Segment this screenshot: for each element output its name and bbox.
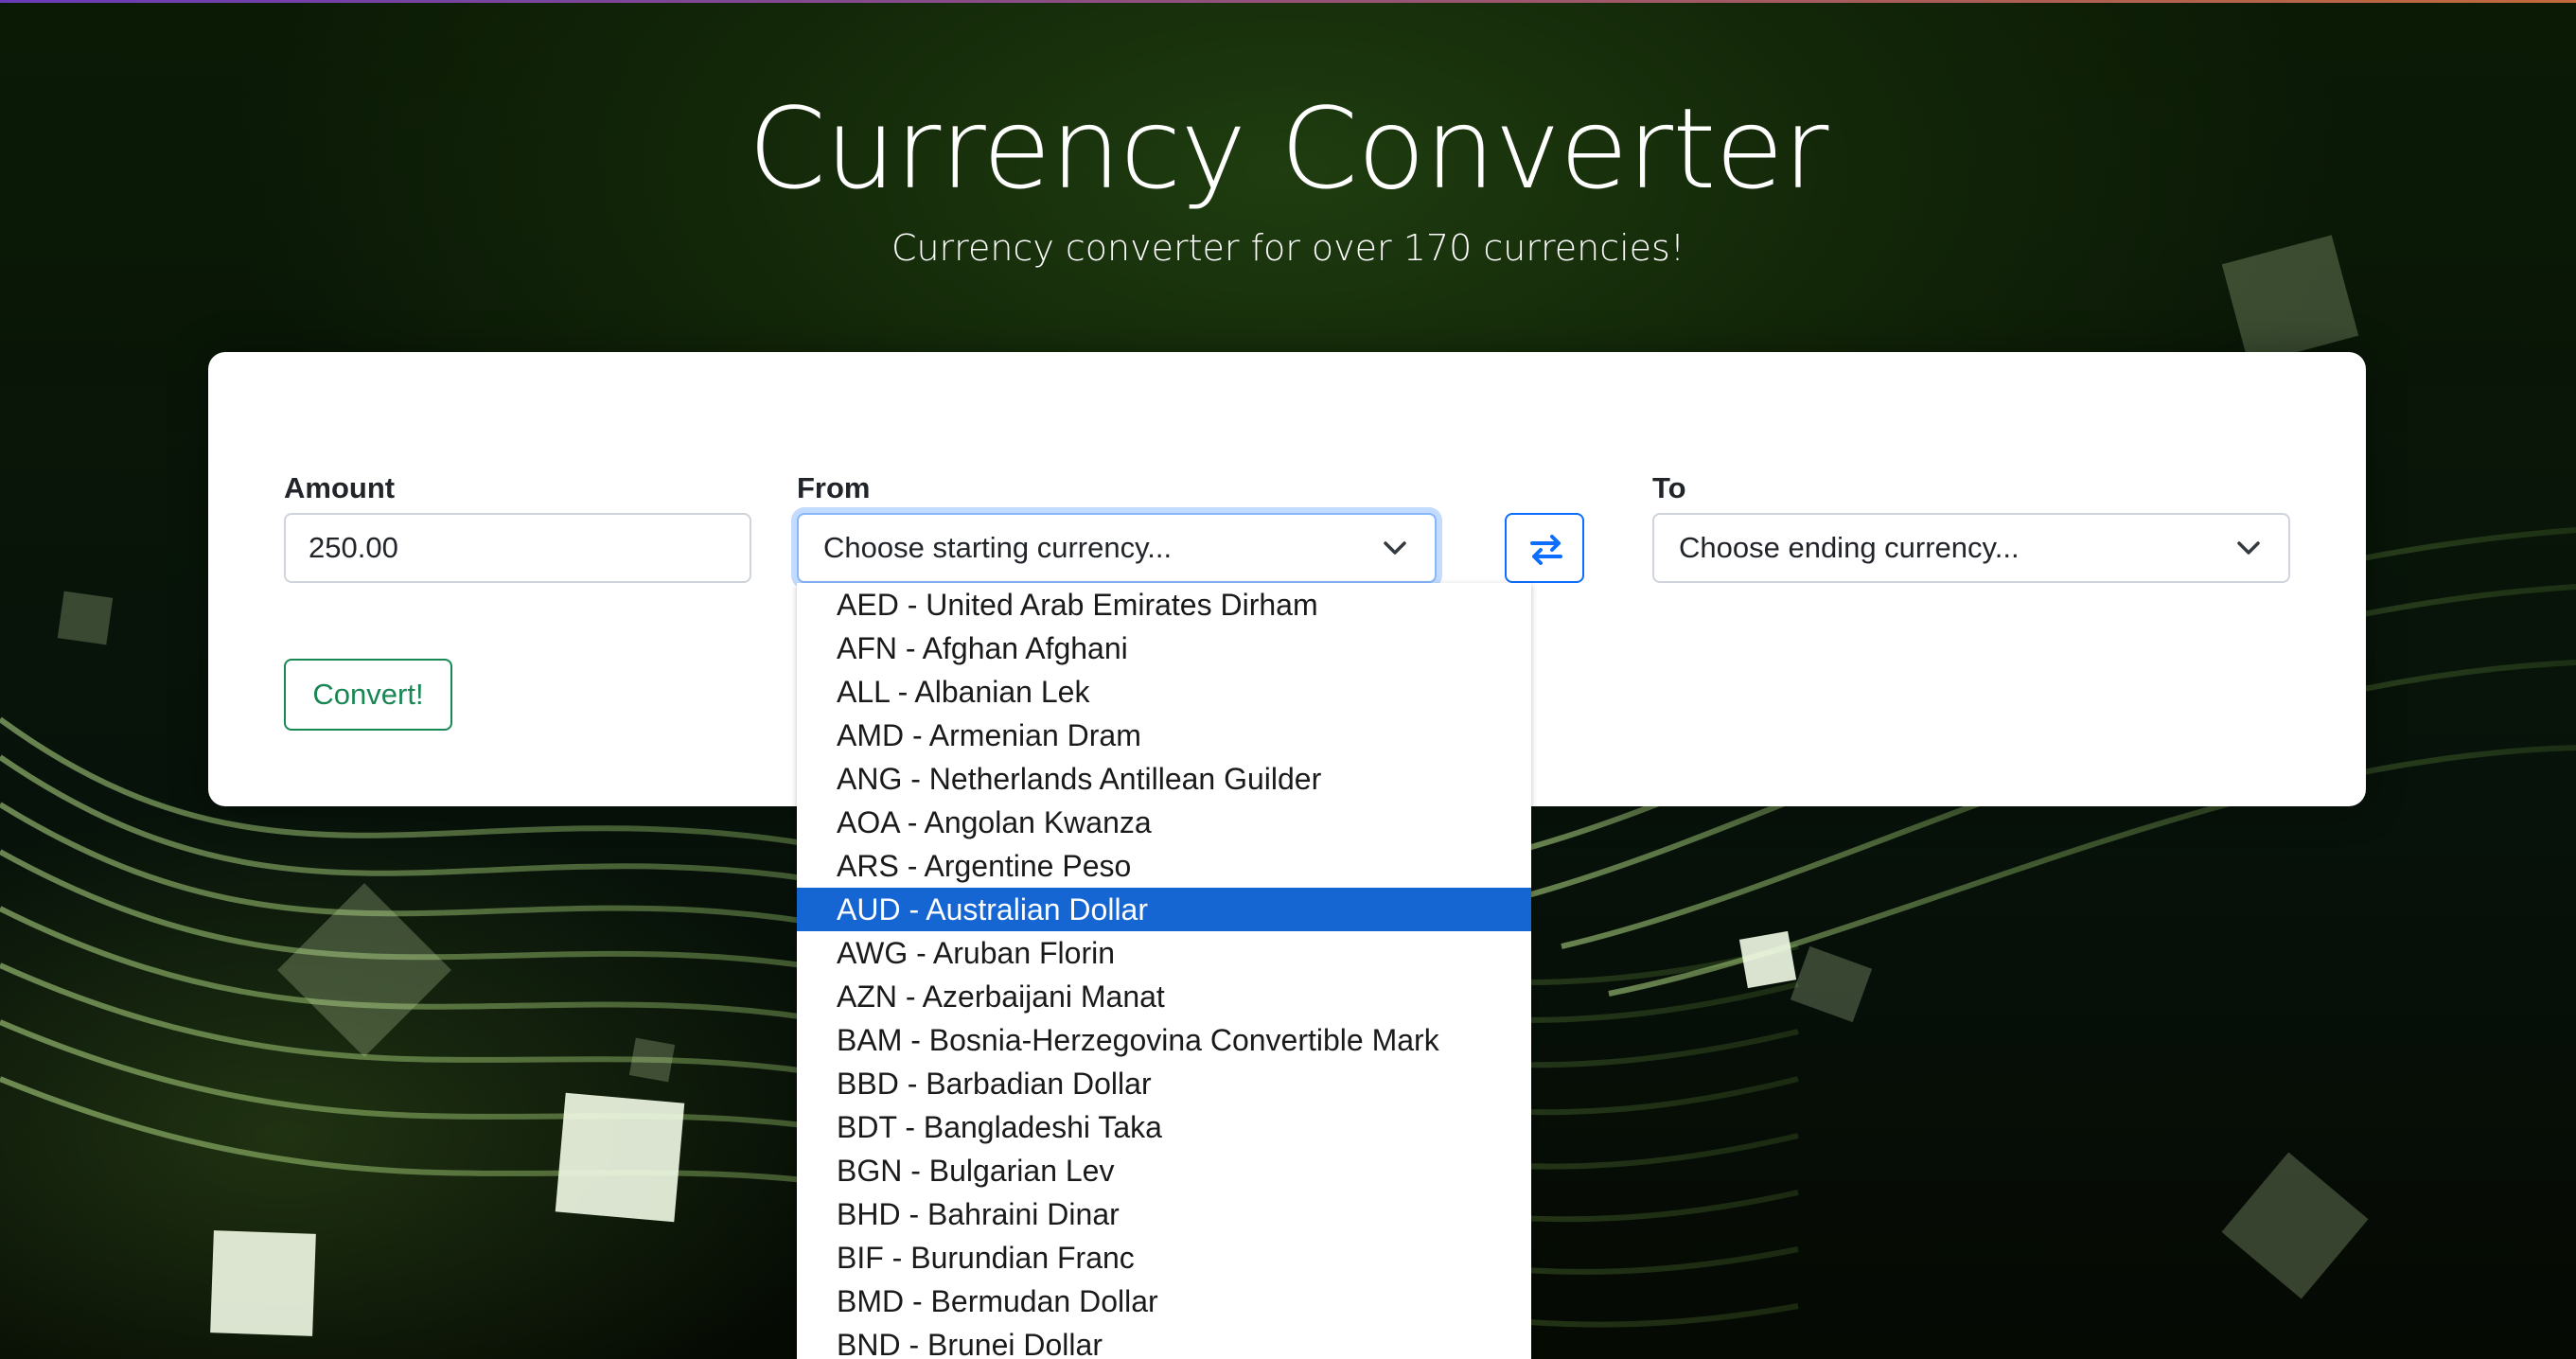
page-title: Currency Converter	[748, 83, 1829, 214]
chevron-down-icon	[2237, 541, 2260, 555]
currency-option[interactable]: AED - United Arab Emirates Dirham	[797, 583, 1531, 627]
from-currency-dropdown-list: AED - United Arab Emirates Dirham AFN - A…	[797, 583, 1531, 1359]
currency-option[interactable]: AOA - Angolan Kwanza	[797, 801, 1531, 844]
currency-option[interactable]: BHD - Bahraini Dinar	[797, 1192, 1531, 1236]
convert-button[interactable]: Convert!	[284, 659, 452, 731]
chevron-down-icon	[1384, 541, 1406, 555]
currency-option[interactable]: ARS - Argentine Peso	[797, 844, 1531, 888]
top-accent-line	[0, 0, 2576, 3]
to-currency-placeholder: Choose ending currency...	[1679, 531, 2020, 564]
from-currency-placeholder: Choose starting currency...	[823, 531, 1173, 564]
currency-option[interactable]: AFN - Afghan Afghani	[797, 627, 1531, 670]
amount-label: Amount	[284, 471, 396, 504]
currency-option[interactable]: BND - Brunei Dollar	[797, 1323, 1531, 1359]
currency-option[interactable]: BGN - Bulgarian Lev	[797, 1149, 1531, 1192]
currency-option[interactable]: BMD - Bermudan Dollar	[797, 1280, 1531, 1323]
currency-option[interactable]: AZN - Azerbaijani Manat	[797, 975, 1531, 1018]
from-currency-select[interactable]: Choose starting currency...	[797, 513, 1437, 583]
swap-currencies-button[interactable]	[1505, 513, 1584, 583]
to-currency-select[interactable]: Choose ending currency...	[1652, 513, 2290, 583]
currency-option[interactable]: ANG - Netherlands Antillean Guilder	[797, 757, 1531, 801]
currency-option[interactable]: AWG - Aruban Florin	[797, 931, 1531, 975]
swap-arrows-icon	[1530, 535, 1562, 565]
currency-option[interactable]: BAM - Bosnia-Herzegovina Convertible Mar…	[797, 1018, 1531, 1062]
currency-option[interactable]: BDT - Bangladeshi Taka	[797, 1105, 1531, 1149]
to-label: To	[1652, 471, 1686, 504]
currency-option[interactable]: AUD - Australian Dollar	[797, 888, 1531, 931]
currency-option[interactable]: BIF - Burundian Franc	[797, 1236, 1531, 1280]
currency-option[interactable]: AMD - Armenian Dram	[797, 714, 1531, 757]
amount-input[interactable]: 250.00	[284, 513, 751, 583]
currency-option[interactable]: ALL - Albanian Lek	[797, 670, 1531, 714]
currency-option[interactable]: BBD - Barbadian Dollar	[797, 1062, 1531, 1105]
page-subtitle: Currency converter for over 170 currenci…	[891, 227, 1685, 269]
from-label: From	[797, 471, 871, 504]
